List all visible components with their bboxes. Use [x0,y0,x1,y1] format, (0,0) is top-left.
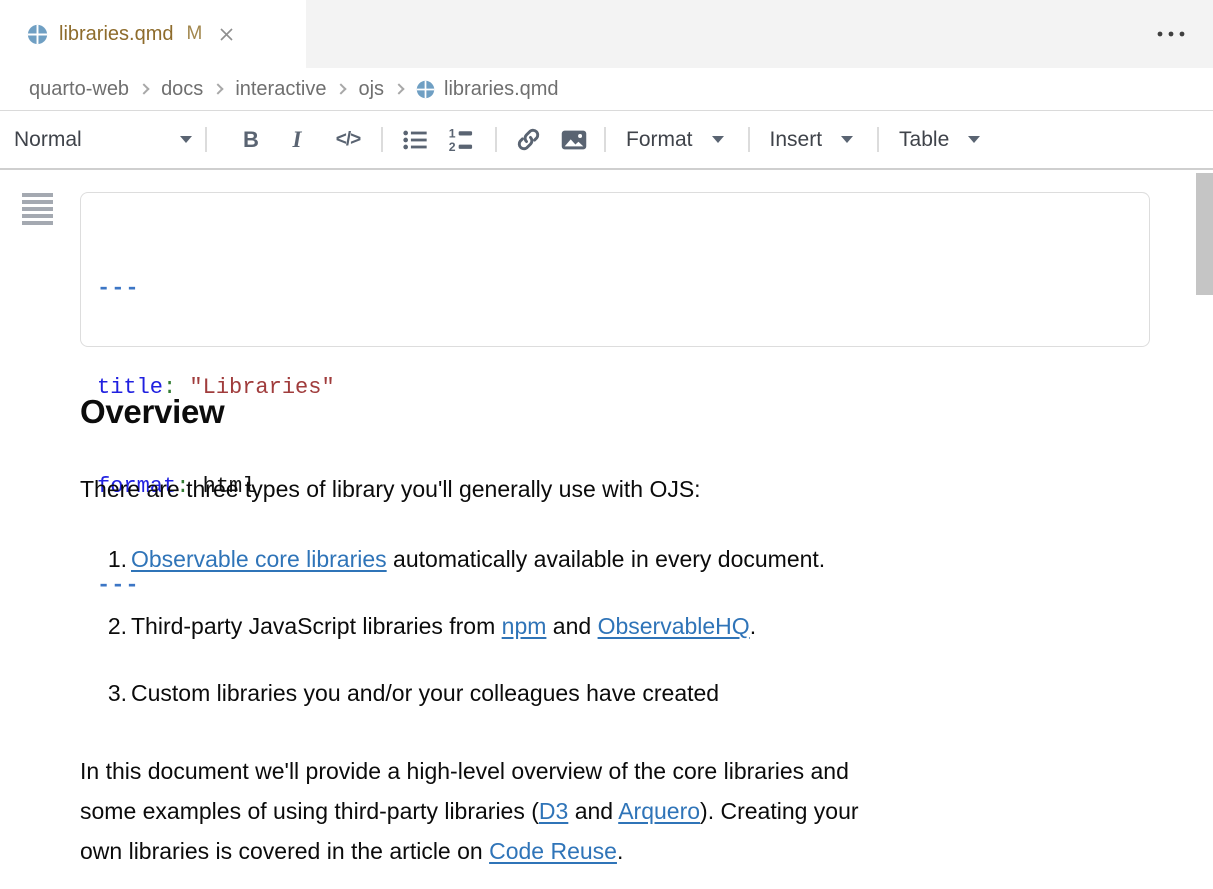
ellipsis-icon [1155,29,1187,39]
tab-libraries-qmd[interactable]: libraries.qmd M [0,0,306,68]
list-marker: 1. [101,546,127,573]
format-menu[interactable]: Format [626,128,724,152]
chevron-down-icon [968,136,980,143]
format-menu-label: Format [626,128,693,152]
list-item-text: Custom libraries you and/or your colleag… [131,680,719,707]
vertical-scrollbar-thumb[interactable] [1196,173,1213,295]
insert-menu-label: Insert [770,128,823,152]
toolbar-divider [205,127,207,152]
list-item: 3. Custom libraries you and/or your coll… [80,680,1150,707]
link-code-reuse[interactable]: Code Reuse [489,838,617,864]
chevron-right-icon [213,83,224,94]
numbered-list-icon: 1 2 [447,126,475,154]
paragraph-style-select[interactable]: Normal [14,128,192,152]
table-menu-label: Table [899,128,949,152]
list-item: 1. Observable core libraries automatical… [80,546,1150,573]
breadcrumb: quarto-web docs interactive ojs librarie… [0,68,1213,111]
yaml-token-delim: --- [97,573,140,598]
yaml-front-matter-block[interactable]: --- title: "Libraries" format: html --- [80,192,1150,347]
bold-button[interactable]: B [239,127,263,153]
svg-text:2: 2 [449,140,456,154]
chevron-down-icon [180,136,192,143]
link-d3[interactable]: D3 [539,798,568,824]
tab-bar: libraries.qmd M [0,0,1213,68]
breadcrumb-docs[interactable]: docs [161,78,203,101]
insert-menu[interactable]: Insert [770,128,854,152]
close-icon [217,25,236,44]
numbered-list-button[interactable]: 1 2 [447,126,475,154]
toolbar-divider [495,127,497,152]
list-item-text: Observable core libraries automatically … [131,546,825,573]
bulleted-list-button[interactable] [401,126,429,154]
breadcrumb-libraries-qmd[interactable]: libraries.qmd [416,78,558,101]
quarto-file-icon [416,80,435,99]
chevron-right-icon [393,83,404,94]
link-arquero[interactable]: Arquero [618,798,700,824]
breadcrumb-ojs[interactable]: ojs [358,78,384,101]
link-observable-core-libraries[interactable]: Observable core libraries [131,546,387,572]
list-item: 2. Third-party JavaScript libraries from… [80,613,1150,640]
code-button[interactable]: </> [329,129,367,151]
yaml-token-delim: --- [97,276,140,301]
breadcrumb-interactive[interactable]: interactive [235,78,326,101]
chevron-down-icon [712,136,724,143]
paragraph-style-value: Normal [14,128,82,152]
quarto-file-icon [27,24,48,45]
breadcrumb-file-label: libraries.qmd [444,78,558,101]
toolbar-divider [604,127,606,152]
insert-link-button[interactable] [515,126,542,153]
document-body: --- title: "Libraries" format: html --- … [0,170,1213,871]
toolbar-divider [381,127,383,152]
paragraph-intro: There are three types of library you'll … [80,476,1150,503]
table-menu[interactable]: Table [899,128,980,152]
list-marker: 3. [101,680,127,707]
editor-actions-button[interactable] [1155,26,1187,44]
close-tab-button[interactable] [217,25,236,44]
breadcrumb-quarto-web[interactable]: quarto-web [29,78,129,101]
chevron-right-icon [138,83,149,94]
list-item-text: Third-party JavaScript libraries from np… [131,613,756,640]
italic-button[interactable]: I [285,127,309,153]
insert-image-button[interactable] [560,126,588,154]
link-icon [515,126,542,153]
toolbar-divider [877,127,879,152]
toolbar-divider [748,127,750,152]
outline-handle-icon[interactable] [22,193,53,226]
image-icon [560,126,588,154]
paragraph-closing: In this document we'll provide a high-le… [80,751,1150,871]
tab-title: libraries.qmd [59,23,173,46]
numbered-list: 1. Observable core libraries automatical… [80,546,1150,707]
link-observablehq[interactable]: ObservableHQ [598,613,750,639]
list-marker: 2. [101,613,127,640]
yaml-line: --- [97,272,1149,305]
modified-badge: M [186,23,202,45]
svg-text:1: 1 [449,126,456,140]
chevron-right-icon [336,83,347,94]
formatting-toolbar: Normal B I </> 1 2 [0,111,1213,170]
link-npm[interactable]: npm [502,613,547,639]
chevron-down-icon [841,136,853,143]
editor-content: --- title: "Libraries" format: html --- … [0,170,1213,889]
bulleted-list-icon [401,126,429,154]
